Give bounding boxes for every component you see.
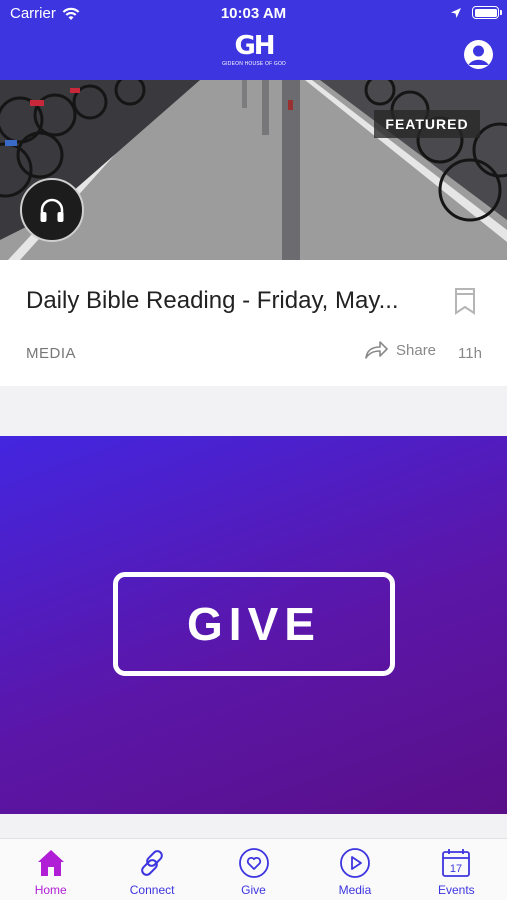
bookmark-button[interactable]	[454, 287, 476, 320]
tab-give-label: Give	[241, 883, 266, 897]
featured-card[interactable]: FEATURED Daily Bible Reading - Friday, M…	[0, 80, 507, 386]
post-age: 11h	[458, 345, 482, 362]
tab-media-label: Media	[338, 883, 372, 897]
give-button[interactable]: GIVE	[113, 572, 395, 676]
tab-connect-label: Connect	[129, 883, 175, 897]
calendar-day: 17	[450, 863, 462, 875]
share-label: Share	[396, 341, 437, 359]
featured-title[interactable]: Daily Bible Reading - Friday, May...	[26, 287, 426, 315]
status-bar: Carrier 10:03 AM	[0, 0, 507, 28]
location-arrow-icon	[451, 7, 461, 18]
audio-play-button[interactable]	[20, 178, 84, 242]
calendar-icon: 17	[442, 849, 471, 877]
category-label: MEDIA	[26, 345, 77, 362]
status-icons	[450, 6, 502, 19]
tab-bar: Home Connect Give Media 17 Events	[0, 838, 507, 900]
bicycles-photo	[0, 80, 507, 260]
tab-events[interactable]: 17 Events	[406, 839, 507, 900]
play-icon	[340, 848, 370, 878]
tab-media[interactable]: Media	[304, 839, 405, 900]
give-banner[interactable]: GIVE	[0, 436, 507, 814]
featured-badge: FEATURED	[374, 110, 480, 138]
app-logo[interactable]: GH GIDEON HOUSE OF GOD	[219, 32, 289, 74]
share-arrow-icon	[365, 341, 388, 359]
logo-mark: GH	[234, 31, 275, 61]
app-header: Carrier 10:03 AM GH GIDEON HOUSE OF GOD	[0, 0, 507, 80]
tab-connect[interactable]: Connect	[101, 839, 202, 900]
tab-home-label: Home	[34, 883, 67, 897]
headphones-icon	[40, 198, 64, 222]
home-icon	[37, 850, 64, 876]
logo-text: GIDEON HOUSE OF GOD	[222, 61, 286, 67]
tab-events-label: Events	[437, 883, 475, 897]
tab-give[interactable]: Give	[203, 839, 304, 900]
battery-icon	[472, 6, 502, 19]
link-icon	[141, 850, 163, 876]
share-button[interactable]: Share	[364, 340, 436, 360]
clock: 10:03 AM	[220, 5, 287, 22]
user-avatar-icon	[468, 45, 489, 65]
heart-icon	[238, 848, 269, 878]
profile-button[interactable]	[464, 40, 493, 69]
tab-home[interactable]: Home	[0, 839, 101, 900]
bookmark-icon	[455, 288, 475, 315]
featured-image[interactable]: FEATURED	[0, 80, 507, 260]
